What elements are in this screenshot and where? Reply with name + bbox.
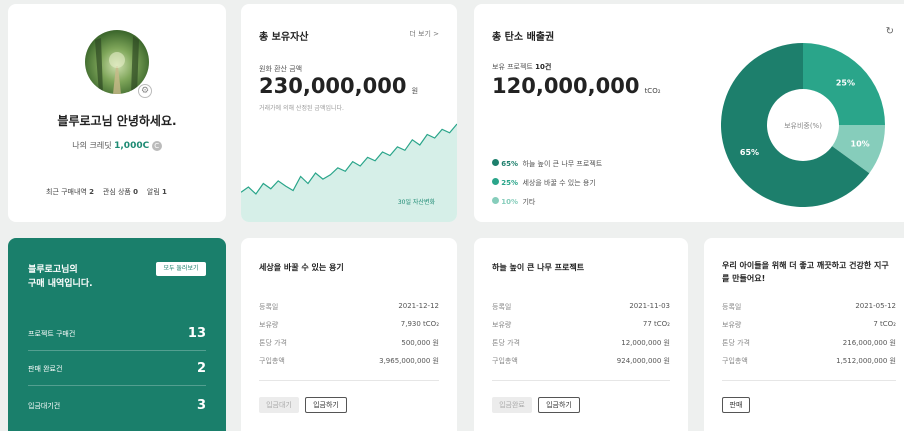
carbon-projects: 보유 프로젝트 10건: [492, 63, 552, 71]
detail-label: 등록일: [722, 303, 742, 311]
detail-label: 톤당 가격: [722, 339, 750, 347]
project-divider: [492, 380, 670, 381]
carbon-title: 총 탄소 배출권: [492, 32, 555, 43]
project-card[interactable]: 하늘 높이 큰 나무 프로젝트 등록일 2021-11-03 보유량 77 tCO₂…: [474, 238, 688, 431]
profile-card: ⚙ 블루로고님 안녕하세요. 나의 크레딧 1,000C C 최근 구매내역 2…: [8, 4, 226, 222]
project-card[interactable]: 우리 아이들을 위해 더 좋고 깨끗하고 건강한 지구를 만들어요! 등록일 20…: [704, 238, 904, 431]
settings-gear-icon[interactable]: ⚙: [138, 84, 152, 98]
purchase-summary-card: 블루로고님의 구매 내역입니다. 모두 둘러보기 프로젝트 구매건 13 판매 …: [8, 238, 226, 431]
awaiting-deposit-button[interactable]: 입금대기: [259, 397, 299, 413]
detail-label: 보유량: [492, 321, 512, 329]
detail-label: 구입총액: [492, 357, 518, 365]
deposit-button[interactable]: 입금하기: [538, 397, 580, 413]
project-details: 등록일 2021-05-12 보유량 7 tCO₂ 톤당 가격 216,000,000…: [722, 302, 896, 372]
carbon-legend: 65% 하늘 높이 큰 나무 프로젝트 25% 세상을 바꿀 수 있는 용기 1…: [492, 155, 602, 212]
detail-value: 2021-05-12: [855, 302, 896, 310]
assets-amount: 230,000,000 원: [259, 74, 419, 98]
detail-value: 2021-12-12: [398, 302, 439, 310]
legend-item-other: 10% 기타: [492, 193, 602, 212]
carbon-donut-chart: 보유비중(%) 25% 10% 65%: [721, 43, 885, 207]
donut-slice-label: 65%: [740, 148, 759, 157]
detail-value: 7,930 tCO₂: [400, 320, 439, 328]
detail-value: 12,000,000 원: [621, 339, 670, 347]
purchase-row-sold[interactable]: 판매 완료건 2: [28, 361, 206, 379]
deposit-complete-button[interactable]: 입금완료: [492, 397, 532, 413]
detail-label: 톤당 가격: [492, 339, 520, 347]
project-card[interactable]: 세상을 바꿀 수 있는 용기 등록일 2021-12-12 보유량 7,930 tC…: [241, 238, 457, 431]
carbon-credits-card: 총 탄소 배출권 ↻ 보유 프로젝트 10건 120,000,000 tCO₂ …: [474, 4, 904, 222]
detail-value: 1,512,000,000 원: [836, 357, 896, 365]
assets-area-chart: [241, 123, 457, 222]
project-title: 우리 아이들을 위해 더 좋고 깨끗하고 건강한 지구를 만들어요!: [722, 261, 889, 283]
project-details: 등록일 2021-12-12 보유량 7,930 tCO₂ 톤당 가격 500,000…: [259, 302, 439, 372]
legend-item-courage: 25% 세상을 바꿀 수 있는 용기: [492, 174, 602, 193]
detail-label: 등록일: [259, 303, 279, 311]
purchase-title: 블루로고님의 구매 내역입니다.: [28, 265, 93, 289]
detail-value: 924,000,000 원: [616, 357, 670, 365]
carbon-amount: 120,000,000 tCO₂: [492, 74, 661, 98]
detail-value: 2021-11-03: [629, 302, 670, 310]
project-divider: [722, 380, 896, 381]
detail-label: 구입총액: [722, 357, 748, 365]
credit-value: 1,000C: [114, 141, 150, 151]
stat-recent-purchases[interactable]: 최근 구매내역 2: [46, 188, 94, 196]
donut-center-label: 보유비중(%): [784, 121, 822, 130]
detail-value: 216,000,000 원: [842, 339, 896, 347]
assets-value-label: 원화 환산 금액: [259, 65, 303, 73]
detail-label: 톤당 가격: [259, 339, 287, 347]
assets-note: 거래가에 의해 산정된 금액입니다.: [259, 105, 344, 112]
assets-more-link[interactable]: 더 보기 >: [409, 29, 439, 39]
refresh-icon[interactable]: ↻: [886, 26, 894, 37]
detail-value: 77 tCO₂: [642, 320, 670, 328]
profile-greeting: 블루로고님 안녕하세요.: [57, 114, 177, 128]
project-title: 하늘 높이 큰 나무 프로젝트: [492, 263, 585, 272]
purchase-divider: [28, 350, 206, 351]
profile-avatar[interactable]: [85, 30, 149, 94]
view-all-button[interactable]: 모두 둘러보기: [156, 262, 206, 276]
total-assets-card: 총 보유자산 더 보기 > 원화 환산 금액 230,000,000 원 거래가…: [241, 4, 457, 222]
project-divider: [259, 380, 439, 381]
avatar-forest-image: [95, 36, 139, 94]
sell-button[interactable]: 판매: [722, 397, 750, 413]
stat-notifications[interactable]: 알림 1: [147, 188, 167, 196]
detail-label: 보유량: [259, 321, 279, 329]
legend-item-sky-tree: 65% 하늘 높이 큰 나무 프로젝트: [492, 155, 602, 174]
purchase-row-bought[interactable]: 프로젝트 구매건 13: [28, 326, 206, 344]
credit-info-icon[interactable]: C: [151, 141, 162, 151]
purchase-divider: [28, 385, 206, 386]
profile-stats: 최근 구매내역 2 관심 상품 0 알림 1: [46, 187, 167, 197]
purchase-row-pending[interactable]: 입금대기건 3: [28, 398, 206, 416]
credit-row: 나의 크레딧 1,000C C: [8, 140, 226, 151]
stat-favorites[interactable]: 관심 상품 0: [103, 188, 138, 196]
project-title: 세상을 바꿀 수 있는 용기: [259, 263, 344, 272]
credit-label: 나의 크레딧: [72, 141, 112, 150]
detail-label: 구입총액: [259, 357, 285, 365]
donut-slice-label: 10%: [851, 140, 870, 149]
assets-chart-caption: 30일 자산변화: [397, 199, 435, 206]
detail-value: 7 tCO₂: [873, 320, 896, 328]
assets-title: 총 보유자산: [259, 32, 309, 43]
chevron-right-icon: >: [433, 30, 439, 38]
project-details: 등록일 2021-11-03 보유량 77 tCO₂ 톤당 가격 12,000,000…: [492, 302, 670, 372]
detail-label: 보유량: [722, 321, 742, 329]
detail-label: 등록일: [492, 303, 512, 311]
detail-value: 3,965,000,000 원: [379, 357, 439, 365]
donut-slice-label: 25%: [836, 79, 855, 88]
detail-value: 500,000 원: [401, 339, 439, 347]
deposit-button[interactable]: 입금하기: [305, 397, 347, 413]
